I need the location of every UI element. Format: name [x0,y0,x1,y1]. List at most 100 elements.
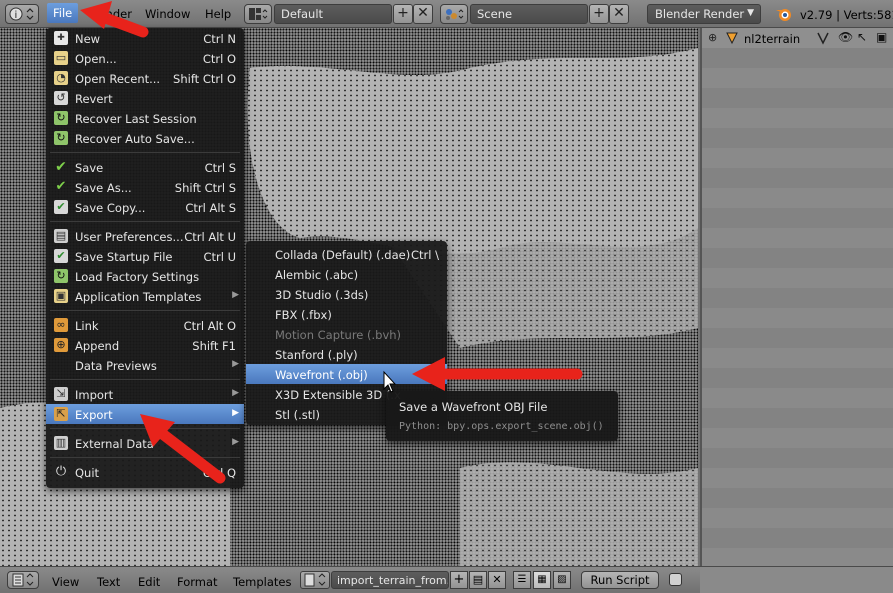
menu-templates[interactable]: Templates [233,575,291,589]
add-scene-button[interactable]: + [589,4,609,24]
plus-icon: + [453,572,465,587]
file-menu-item-external-data[interactable]: ▥ External Data ▶ [46,433,244,453]
syntax-highlight-icon: ▨ [557,574,567,585]
menu-render[interactable]: Render [91,7,132,21]
object-name: nl2terrain [744,32,801,46]
word-wrap-toggle[interactable]: ▦ [533,571,551,589]
text-file-icon [304,573,326,587]
menu-window[interactable]: Window [145,7,190,21]
syntax-highlight-toggle[interactable]: ▨ [553,571,571,589]
scene-field[interactable]: Scene [470,4,588,24]
file-menu-item-save[interactable]: ✔ Save Ctrl S [46,157,244,177]
menu-help[interactable]: Help [205,7,231,21]
file-menu-item-link[interactable]: ∞ Link Ctrl Alt O [46,315,244,335]
submenu-arrow-icon: ▶ [232,388,239,398]
modifier-icon [817,32,829,45]
screen-layout-selector[interactable] [244,4,272,24]
menu-file[interactable]: File [47,3,79,23]
file-menu-item-quit[interactable]: ⏻ Quit Ctrl Q [46,462,244,482]
plus-icon: + [593,5,605,21]
editor-type-button[interactable]: i [5,4,39,24]
unlink-text-button[interactable]: ✕ [488,571,506,589]
top-header: i File Render Window Help Default + ✕ Sc… [0,0,893,28]
menu-format[interactable]: Format [177,575,218,589]
file-menu-item-import[interactable]: ⇲ Import ▶ [46,384,244,404]
export-item-fbx[interactable]: FBX (.fbx) [246,304,447,324]
append-icon: ⊕ [54,338,68,352]
scene-selector[interactable] [440,4,468,24]
file-menu-item-append[interactable]: ⊕ Append Shift F1 [46,335,244,355]
file-menu-item-save-as[interactable]: ✔ Save As... Shift Ctrl S [46,177,244,197]
new-text-button[interactable]: + [450,571,468,589]
text-name-field[interactable]: import_terrain_from... [331,571,449,589]
camera-icon[interactable]: ▣ [876,30,887,44]
save-as-icon: ✔ [55,179,67,194]
file-menu-item-user-preferences[interactable]: ▤ User Preferences... Ctrl Alt U [46,226,244,246]
file-menu-item-save-startup-file[interactable]: ✔ Save Startup File Ctrl U [46,246,244,266]
import-icon: ⇲ [54,387,68,401]
mesh-object-icon [726,32,738,45]
eye-icon[interactable]: 👁 [838,30,853,44]
editor-type-button[interactable] [7,571,39,589]
close-icon: ✕ [492,573,502,586]
screen-layout-field[interactable]: Default [274,4,392,24]
word-wrap-icon: ▦ [537,574,547,585]
render-engine-select[interactable]: Blender Render ▼ [647,4,761,24]
close-icon: ✕ [613,5,625,21]
export-item-3ds[interactable]: 3D Studio (.3ds) [246,284,447,304]
export-item-collada[interactable]: Collada (Default) (.dae) Ctrl \ [246,244,447,264]
menu-separator [50,379,240,380]
menu-view[interactable]: View [52,575,79,589]
menu-text[interactable]: Text [97,575,120,589]
export-icon: ⇱ [54,407,68,421]
cursor-select-icon[interactable]: ↖ [857,30,867,44]
scene-icon [446,9,464,20]
file-menu-item-revert[interactable]: ↺ Revert [46,88,244,108]
file-menu-item-application-templates[interactable]: ▣ Application Templates ▶ [46,286,244,306]
expand-icon[interactable]: ⊕ [708,31,717,44]
dropdown-arrow-icon: ▼ [747,8,754,18]
link-icon: ∞ [54,318,68,332]
save-startup-icon: ✔ [54,249,68,263]
open-text-button[interactable]: ▤ [469,571,487,589]
export-item-alembic[interactable]: Alembic (.abc) [246,264,447,284]
layout-grid-icon [249,8,268,20]
menu-separator [50,152,240,153]
menu-edit[interactable]: Edit [138,575,160,589]
info-icon: i [9,7,34,21]
folder-icon: ▤ [472,573,484,586]
delete-scene-button[interactable]: ✕ [609,4,629,24]
outliner-footer [700,567,893,593]
live-edit-checkbox[interactable] [669,573,682,586]
run-script-button[interactable]: Run Script [581,571,659,589]
power-icon: ⏻ [55,464,67,479]
version-stats: v2.79 | Verts:581 [800,8,893,22]
revert-icon: ↺ [54,91,68,105]
file-menu-item-recover-last-session[interactable]: ↻ Recover Last Session [46,108,244,128]
tooltip-title: Save a Wavefront OBJ File [399,400,548,414]
file-menu-item-open-recent[interactable]: ◔ Open Recent... Shift Ctrl O [46,68,244,88]
delete-layout-button[interactable]: ✕ [413,4,433,24]
export-item-ply[interactable]: Stanford (.ply) [246,344,447,364]
checkmark-icon: ✔ [55,159,67,175]
outliner-row-terrain[interactable]: ⊕ nl2terrain 👁 ↖ ▣ [702,28,893,48]
file-menu-item-load-factory-settings[interactable]: ↻ Load Factory Settings [46,266,244,286]
recover-autosave-icon: ↻ [54,131,68,145]
export-item-bvh[interactable]: Motion Capture (.bvh) [246,324,447,344]
render-engine-label: Blender Render [655,7,745,21]
line-numbers-toggle[interactable]: ☰ [513,571,531,589]
submenu-arrow-icon: ▶ [232,408,239,418]
file-menu-item-open[interactable]: ▭ Open... Ctrl O [46,48,244,68]
add-layout-button[interactable]: + [393,4,413,24]
outliner-panel[interactable]: ⊕ nl2terrain 👁 ↖ ▣ [700,28,893,585]
file-menu-item-data-previews[interactable]: Data Previews ▶ [46,355,244,375]
file-menu-item-save-copy[interactable]: ✔ Save Copy... Ctrl Alt S [46,197,244,217]
file-menu-item-recover-auto-save[interactable]: ↻ Recover Auto Save... [46,128,244,148]
file-menu-item-export[interactable]: ⇱ Export ▶ [46,404,244,424]
file-menu-item-new[interactable]: ✚ New Ctrl N [46,28,244,48]
export-item-wavefront-obj[interactable]: Wavefront (.obj) [246,364,447,384]
text-datablock-selector[interactable] [300,571,330,589]
submenu-arrow-icon: ▶ [232,290,239,300]
text-editor-icon [12,573,34,587]
submenu-arrow-icon: ▶ [232,359,239,369]
